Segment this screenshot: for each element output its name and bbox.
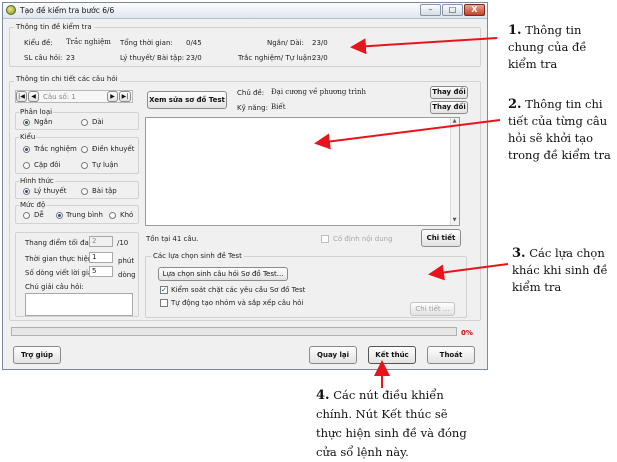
- annotation-3: 3. Các lựa chọn khác khi sinh đề kiểm tr…: [512, 245, 614, 296]
- annotation-2-text: Thông tin chi tiết của từng câu hỏi sẽ k…: [508, 97, 611, 162]
- arrow-1: [350, 37, 498, 55]
- annotation-4-number: 4.: [316, 388, 330, 403]
- annotation-3-text: Các lựa chọn khác khi sinh đề kiểm tra: [512, 246, 608, 294]
- arrow-2: [314, 119, 501, 150]
- annotation-2-number: 2.: [508, 97, 522, 112]
- annotation-2: 2. Thông tin chi tiết của từng câu hỏi s…: [508, 96, 614, 164]
- annotation-1-number: 1.: [508, 23, 522, 38]
- annotation-4: 4. Các nút điều khiển chính. Nút Kết thú…: [316, 386, 476, 462]
- annotation-4-text: Các nút điều khiển chính. Nút Kết thúc s…: [316, 388, 467, 459]
- arrow-3: [428, 263, 509, 281]
- annotation-3-number: 3.: [512, 246, 526, 261]
- annotation-1: 1. Thông tin chung của đề kiểm tra: [508, 22, 614, 73]
